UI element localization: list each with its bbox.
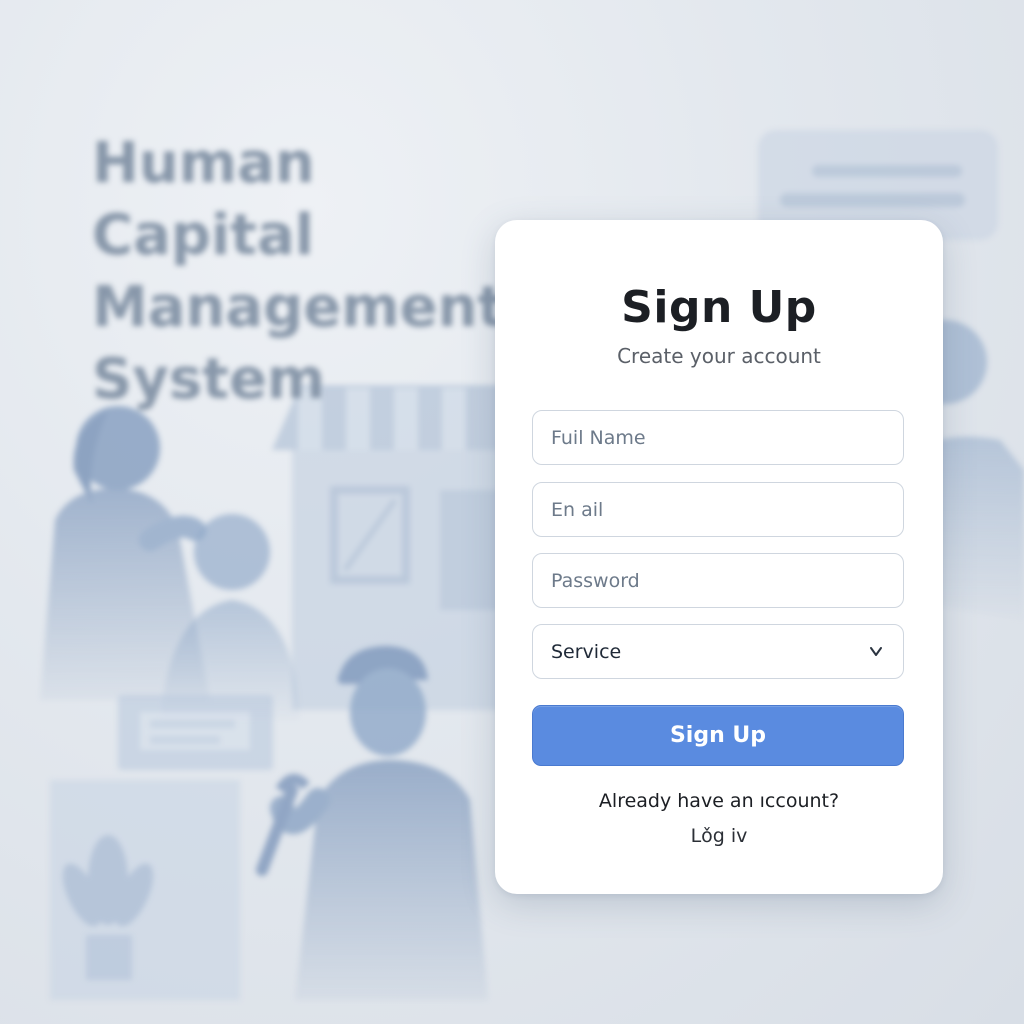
- signup-title: Sign Up: [621, 282, 817, 333]
- sign-up-button[interactable]: Sign Up: [532, 705, 904, 766]
- hero-title: Human Capital Management System: [92, 131, 505, 412]
- service-select-value: Service: [551, 640, 622, 663]
- chevron-down-icon: [867, 643, 885, 661]
- already-have-account-text: Already have an ıccount?: [598, 790, 840, 812]
- password-field[interactable]: [532, 553, 904, 608]
- log-in-link[interactable]: Lǒg iv: [495, 825, 943, 847]
- email-field[interactable]: [532, 482, 904, 537]
- desk-monitor-shape: [50, 695, 273, 1000]
- signup-subtitle: Create your account: [617, 344, 821, 368]
- service-select[interactable]: Service: [532, 624, 904, 679]
- full-name-field[interactable]: [532, 410, 904, 465]
